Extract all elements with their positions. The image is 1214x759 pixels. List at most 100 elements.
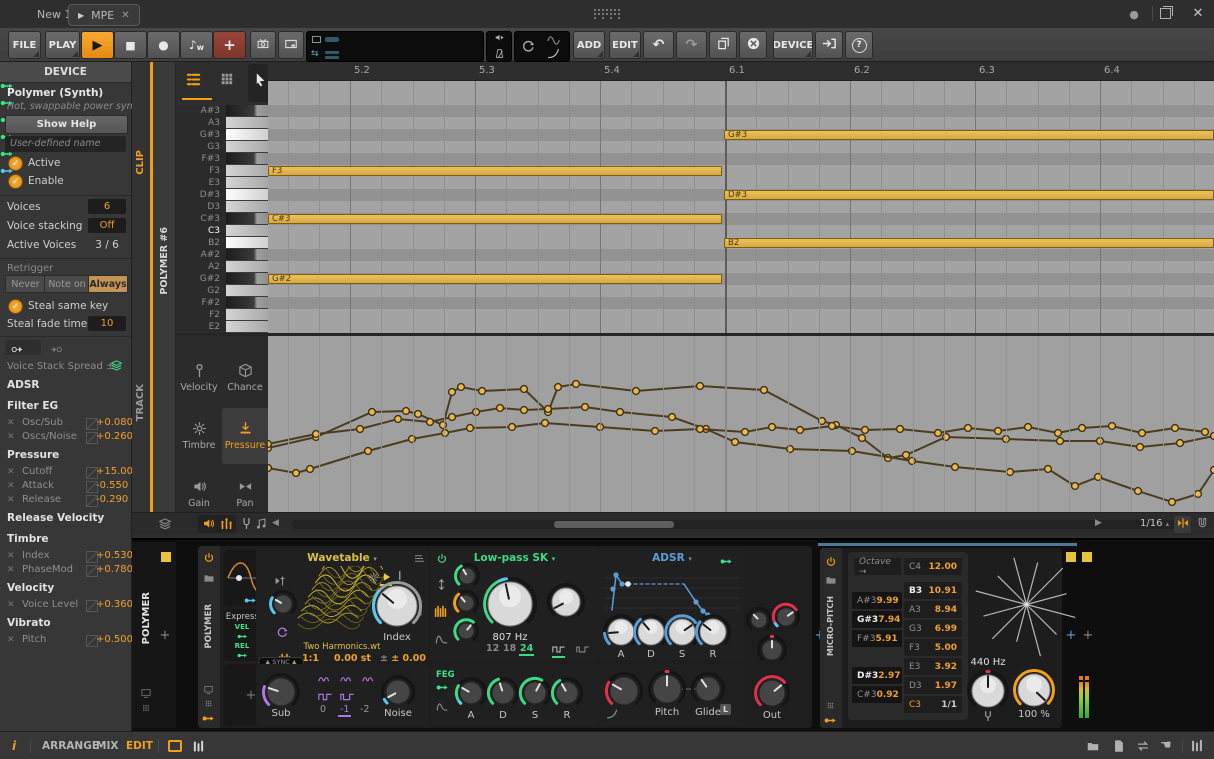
close-tab-icon[interactable]: ✕ xyxy=(121,10,129,21)
tune-row-c4[interactable]: C412.00 xyxy=(904,558,962,575)
play-menu-button[interactable]: PLAY xyxy=(45,31,80,59)
tune-row-g3[interactable]: G36.99 xyxy=(904,620,962,637)
osc-index-knob[interactable] xyxy=(371,580,423,632)
dual-panel-layout-button[interactable] xyxy=(192,740,205,753)
view-mix[interactable]: MIX xyxy=(96,740,118,752)
piano-key-g3[interactable] xyxy=(226,141,268,153)
piano-key-a2[interactable] xyxy=(226,261,268,273)
scroll-left-icon[interactable]: ◀ xyxy=(272,518,279,528)
osc-warp-knob[interactable] xyxy=(268,589,298,619)
piano-key-a#2[interactable] xyxy=(226,249,268,261)
chain-velocity-knob[interactable] xyxy=(745,606,773,634)
filter-res-knob[interactable] xyxy=(546,582,586,622)
tab-track[interactable]: TRACK xyxy=(135,384,146,421)
sub-knob[interactable] xyxy=(261,672,301,712)
grid-dots-icon[interactable] xyxy=(203,698,214,709)
env-curve-knob[interactable] xyxy=(604,671,644,711)
add-menu-button[interactable]: ADD xyxy=(573,31,605,59)
voice-stack-icon[interactable] xyxy=(110,359,123,372)
remove-modulation-icon[interactable]: ✕ xyxy=(7,418,15,428)
expression-tool-timbre[interactable]: Timbre xyxy=(176,408,222,464)
touch-panel-icon[interactable]: ☚ xyxy=(1160,738,1172,753)
keyboard-icon[interactable] xyxy=(434,604,447,617)
piano-key-g#2[interactable] xyxy=(226,273,268,285)
io-panel-icon[interactable] xyxy=(1136,739,1150,753)
mod-amount[interactable]: +0.530 xyxy=(96,550,126,561)
note-link-icon[interactable] xyxy=(256,517,269,530)
phase-loop-icon[interactable] xyxy=(276,626,289,639)
help-button[interactable]: ? xyxy=(845,31,873,59)
tune-row-fs3[interactable]: F#35.91 xyxy=(852,630,902,647)
redo-button[interactable]: ↷ xyxy=(676,31,707,59)
note-editor-view-button[interactable] xyxy=(186,72,201,87)
punch-out-button[interactable] xyxy=(278,31,304,59)
power-icon[interactable] xyxy=(825,556,837,568)
project-tab-mpe[interactable]: ▶MPE✕ xyxy=(68,4,140,26)
remove-modulation-icon[interactable]: ✕ xyxy=(7,551,15,561)
minimize-button[interactable]: ● xyxy=(1126,6,1142,22)
updown-icon[interactable] xyxy=(435,578,448,591)
expression-tool-chance[interactable]: Chance xyxy=(222,350,268,406)
keytrack-icon[interactable] xyxy=(274,574,287,587)
grid-dots-icon[interactable] xyxy=(140,702,152,714)
mod-amount[interactable]: +0.260 xyxy=(96,431,126,442)
envelope-display[interactable] xyxy=(606,568,738,618)
wavetable-list-icon[interactable] xyxy=(414,553,425,564)
env-release-knob[interactable] xyxy=(694,613,732,651)
note-g#3[interactable]: G#3 xyxy=(724,130,1214,140)
add-device-in-chain-plus[interactable]: + xyxy=(1064,628,1078,642)
octave-row[interactable]: Octave → xyxy=(854,558,901,575)
tab-clip[interactable]: CLIP xyxy=(135,150,146,175)
expression-mod-rel[interactable]: REL xyxy=(230,642,254,664)
mod-out-icon[interactable] xyxy=(824,714,837,727)
note-g#2[interactable]: G#2 xyxy=(268,274,722,284)
piano-key-f2[interactable] xyxy=(226,309,268,321)
micropitch-device-name[interactable]: MICRO-PITCH xyxy=(826,596,835,656)
restore-window-button[interactable] xyxy=(1160,8,1171,19)
feg-decay-knob[interactable] xyxy=(486,676,520,710)
add-device-end-plus[interactable]: + xyxy=(1081,628,1095,642)
glide-knob[interactable] xyxy=(690,671,726,707)
file-menu-button[interactable]: FILE xyxy=(8,31,41,59)
chain-pan-knob[interactable] xyxy=(756,634,788,666)
mod-out-icon[interactable] xyxy=(202,712,215,725)
pitch-knob[interactable] xyxy=(647,669,687,709)
note-b2[interactable]: B2 xyxy=(724,238,1214,248)
sub-octave-0[interactable]: 0 xyxy=(318,704,328,715)
transport-display[interactable] xyxy=(306,31,484,62)
expression-levels-icon[interactable] xyxy=(220,517,233,530)
mod-targets-tab[interactable] xyxy=(44,340,80,355)
tune-row-f3[interactable]: F35.00 xyxy=(904,639,962,656)
mod-amount[interactable]: +15.00 xyxy=(96,466,126,477)
loop-automation-box[interactable] xyxy=(514,31,570,62)
filter-env-knob[interactable] xyxy=(452,617,480,645)
view-edit[interactable]: EDIT xyxy=(126,740,153,752)
play-button[interactable]: ▶ xyxy=(81,31,114,59)
audition-metronome-box[interactable] xyxy=(486,31,512,62)
note-f3[interactable]: F3 xyxy=(268,166,722,176)
automation-follow-icon[interactable] xyxy=(547,34,560,47)
piano-key-f3[interactable] xyxy=(226,165,268,177)
env-type-selector[interactable]: ADSR ▾ xyxy=(652,552,692,564)
feg-sustain-knob[interactable] xyxy=(518,676,552,710)
filter-shape-icon[interactable] xyxy=(552,643,565,658)
remove-modulation-icon[interactable]: ✕ xyxy=(7,467,15,477)
inspector-panel-icon[interactable] xyxy=(1112,739,1126,753)
tune-row-ds3[interactable]: D#32.97 xyxy=(852,667,902,684)
remove-modulation-icon[interactable]: ✕ xyxy=(7,432,15,442)
mod-amount[interactable]: +0.080 xyxy=(96,417,126,428)
snap-toggle[interactable] xyxy=(1174,516,1191,533)
mod-amount[interactable]: -0.550 xyxy=(96,480,126,491)
note-c#3[interactable]: C#3 xyxy=(268,214,722,224)
insert-device-button[interactable] xyxy=(815,31,843,59)
tune-row-cs3[interactable]: C#30.92 xyxy=(852,686,902,703)
noise-knob[interactable] xyxy=(380,674,416,710)
device-track-column[interactable]: POLYMER + xyxy=(132,542,176,728)
osc-ratio[interactable]: 1:1 xyxy=(302,653,319,664)
show-help-button[interactable]: Show Help xyxy=(5,115,128,134)
sub-wave-sine2-icon[interactable] xyxy=(362,672,376,686)
steal-same-key-checkbox[interactable]: ✓ xyxy=(8,299,23,314)
retrigger-option-always[interactable]: Always xyxy=(88,275,128,293)
duplicate-button[interactable] xyxy=(709,31,737,59)
mod-amount[interactable]: +0.780 xyxy=(96,564,126,575)
